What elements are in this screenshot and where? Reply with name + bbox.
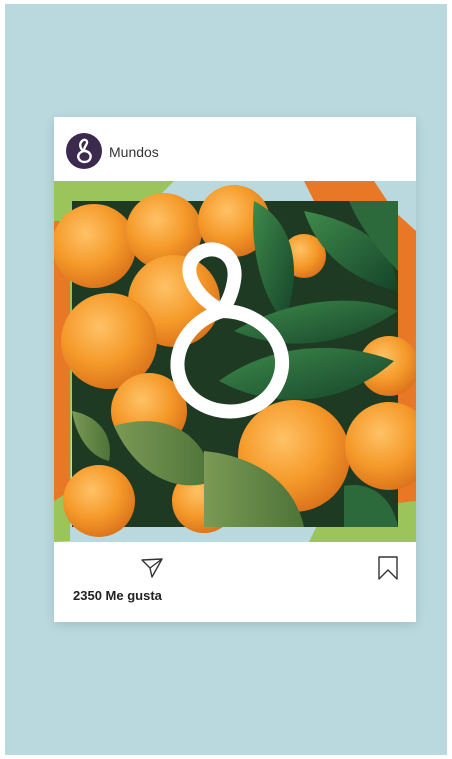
post-header: Mundos [54, 117, 416, 181]
likes-count[interactable]: 2350 Me gusta [73, 588, 162, 603]
post-image[interactable] [54, 181, 416, 542]
paper-plane-icon [141, 558, 163, 578]
brand-logo-icon [77, 138, 92, 164]
bookmark-icon [378, 556, 398, 580]
app-background: Mundos 2350 Me gusta [5, 4, 447, 755]
post-username[interactable]: Mundos [109, 144, 159, 160]
send-button[interactable] [140, 556, 164, 580]
profile-avatar[interactable] [66, 133, 102, 169]
save-button[interactable] [376, 555, 400, 581]
photo-content [54, 185, 416, 537]
post-actions: 2350 Me gusta [54, 542, 416, 622]
post-card: Mundos 2350 Me gusta [54, 117, 416, 622]
oranges-photo [54, 181, 416, 542]
